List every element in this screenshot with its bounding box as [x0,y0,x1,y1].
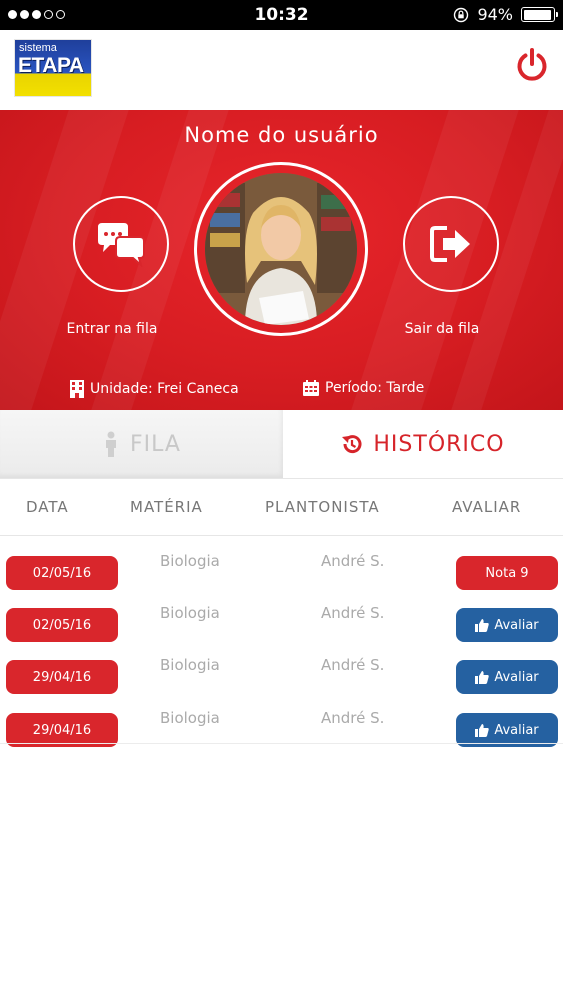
app-header: sistema ETAPA [0,30,563,110]
date-badge: 02/05/16 [6,608,118,642]
enter-queue-button[interactable] [73,196,169,292]
building-icon [70,380,84,398]
tutor-cell: André S. [321,709,385,727]
unit-info: Unidade: Frei Caneca [70,380,239,398]
table-row: 02/05/16 Biologia André S. Avaliar [0,604,563,656]
chat-bubbles-icon [98,223,145,267]
table-row: 29/04/16 Biologia André S. Avaliar [0,656,563,708]
person-icon [106,431,117,457]
period-info: Período: Tarde [303,380,424,396]
col-header-plantonista: PLANTONISTA [265,498,380,516]
avatar [205,173,357,325]
calendar-icon [303,380,319,396]
tab-fila-label: FILA [130,431,181,457]
col-header-data: DATA [26,498,69,516]
subject-cell: Biologia [160,709,220,727]
evaluate-button[interactable]: Avaliar [456,660,558,694]
user-name: Nome do usuário [184,123,379,147]
subject-cell: Biologia [160,604,220,622]
tab-bar: FILA HISTÓRICO [0,410,563,478]
date-badge: 29/04/16 [6,660,118,694]
tab-fila[interactable]: FILA [0,410,283,478]
col-header-materia: MATÉRIA [130,498,203,516]
battery-percent: 94% [477,5,513,24]
subject-cell: Biologia [160,656,220,674]
tab-historico[interactable]: HISTÓRICO [283,410,563,478]
date-badge: 02/05/16 [6,556,118,590]
rotation-lock-icon [454,7,469,22]
table-row: 02/05/16 Biologia André S. Nota 9 [0,552,563,604]
history-table-header: DATA MATÉRIA PLANTONISTA AVALIAR [0,478,563,536]
thumbs-up-icon [475,670,490,684]
evaluate-button[interactable]: Avaliar [456,713,558,747]
status-bar: 10:32 94% [0,0,563,30]
exit-arrow-icon [430,226,470,262]
thumbs-up-icon [475,723,490,737]
tutor-cell: André S. [321,552,385,570]
battery-icon [521,7,558,22]
table-row: 29/04/16 Biologia André S. Avaliar [0,709,563,761]
period-text: Período: Tarde [325,380,425,396]
etapa-logo: sistema ETAPA [14,39,92,97]
evaluate-button[interactable]: Avaliar [456,608,558,642]
date-badge: 29/04/16 [6,713,118,747]
subject-cell: Biologia [160,552,220,570]
thumbs-up-icon [475,618,490,632]
unit-text: Unidade: Frei Caneca [90,381,239,397]
leave-queue-label: Sair da fila [404,321,480,337]
power-icon[interactable] [513,46,551,84]
grade-badge: Nota 9 [456,556,558,590]
leave-queue-button[interactable] [403,196,499,292]
divider [0,743,563,744]
tab-historico-label: HISTÓRICO [373,431,505,457]
profile-hero: Nome do usuário Entrar na fila Sair da f… [0,110,563,410]
history-icon [342,435,362,454]
enter-queue-label: Entrar na fila [66,321,158,337]
tutor-cell: André S. [321,604,385,622]
col-header-avaliar: AVALIAR [452,498,522,516]
tutor-cell: André S. [321,656,385,674]
